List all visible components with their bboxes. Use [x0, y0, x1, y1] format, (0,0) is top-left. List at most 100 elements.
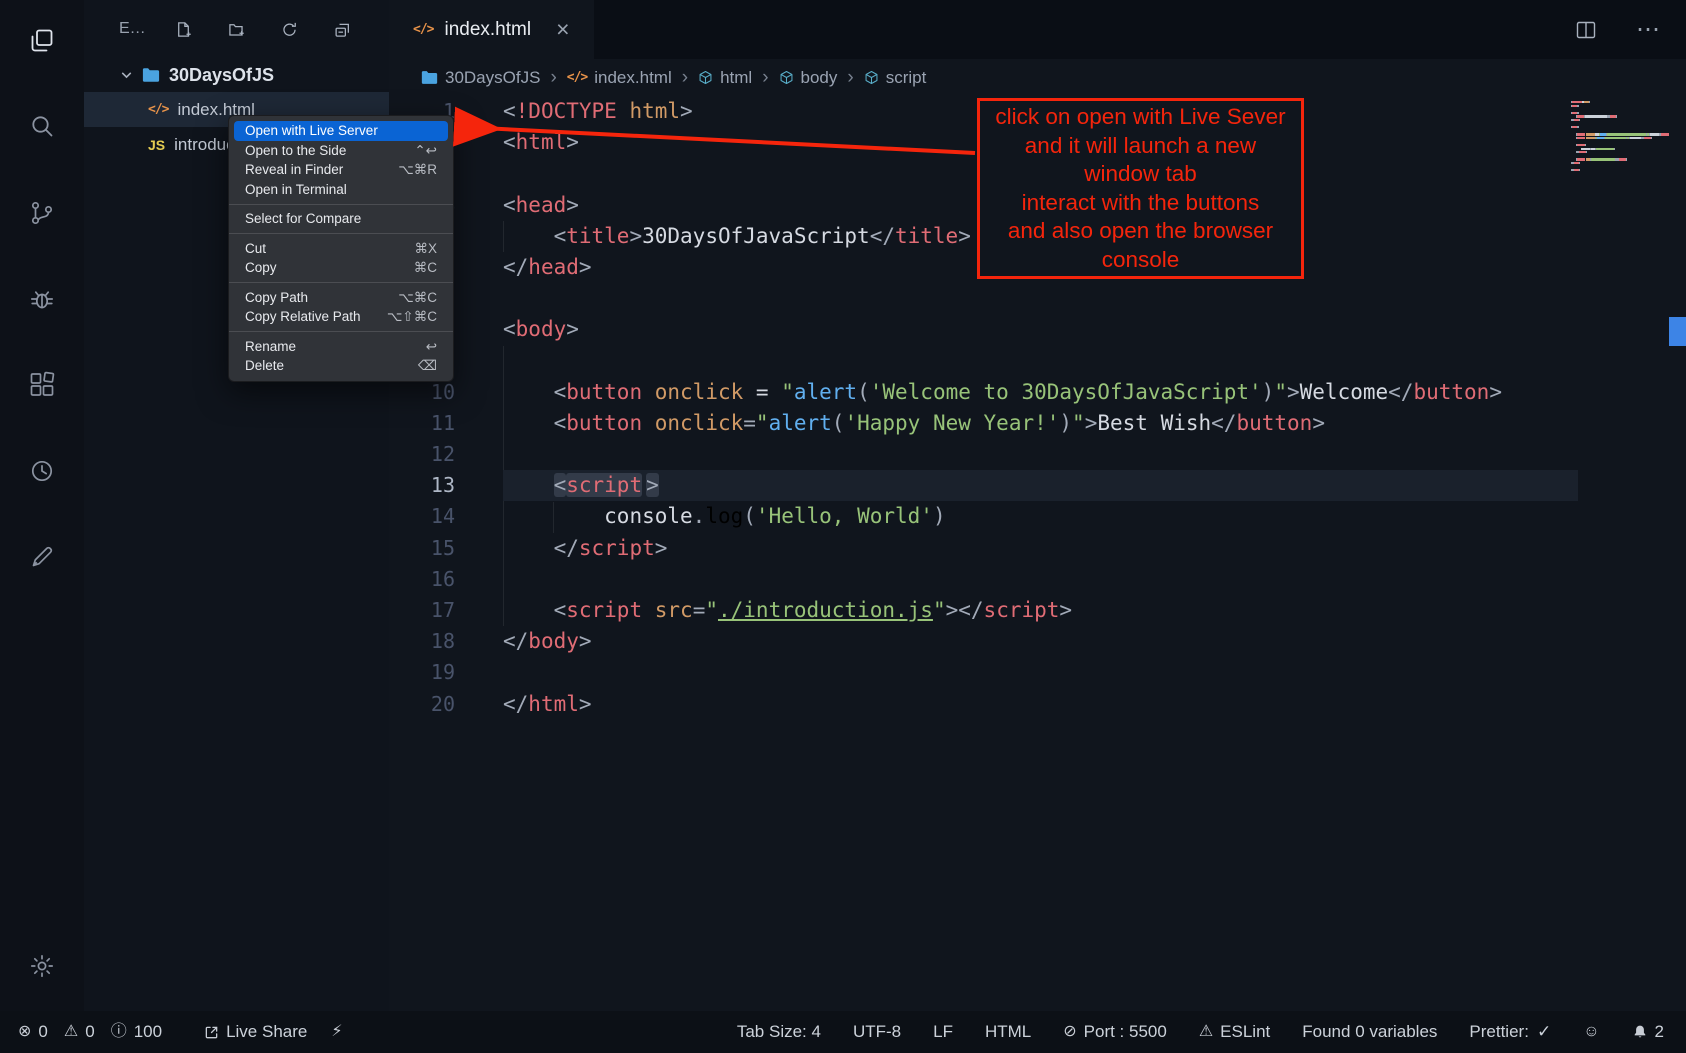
line-number[interactable]: 18	[389, 626, 455, 657]
menu-item-open-to-the-side[interactable]: Open to the Side⌃↩	[234, 141, 448, 161]
scrollbar-marker[interactable]	[1669, 317, 1686, 346]
minimap-line	[1571, 108, 1669, 110]
folder-row-30daysofjs[interactable]: 30DaysOfJS	[84, 58, 389, 92]
minimap[interactable]	[1571, 101, 1669, 173]
status-encoding[interactable]: UTF-8	[853, 1022, 901, 1042]
line-number[interactable]: 12	[389, 439, 455, 470]
breadcrumb-label: body	[801, 68, 838, 88]
breadcrumb-item-body[interactable]: body	[779, 68, 838, 88]
menu-item-label: Open in Terminal	[245, 180, 347, 200]
status-language-mode[interactable]: HTML	[985, 1022, 1031, 1042]
search-icon	[27, 112, 57, 142]
code-line-15[interactable]: 15 </script>	[389, 533, 1686, 564]
folder-icon	[421, 70, 438, 85]
breadcrumb-item-script[interactable]: script	[864, 68, 927, 88]
split-editor-button[interactable]	[1576, 21, 1596, 39]
activity-history[interactable]	[26, 456, 58, 488]
menu-item-copy[interactable]: Copy⌘C	[234, 258, 448, 278]
annotation-text-line: and it will launch a new	[980, 132, 1301, 161]
breadcrumb-item-30daysofjs[interactable]: 30DaysOfJS	[421, 68, 540, 88]
status-eslint[interactable]: ⚠ESLint	[1199, 1022, 1270, 1042]
code-line-19[interactable]: 19	[389, 657, 1686, 688]
menu-item-open-with-live-server[interactable]: Open with Live Server	[234, 121, 448, 141]
menu-shortcut: ⌘X	[414, 239, 437, 259]
code-text: <script>	[503, 470, 1578, 501]
menu-shortcut: ⌥⌘C	[398, 288, 437, 308]
activity-source-control[interactable]	[26, 198, 58, 230]
code-text	[503, 564, 1578, 595]
code-line-20[interactable]: 20</html>	[389, 689, 1686, 720]
activity-search[interactable]	[26, 112, 58, 144]
new-folder-button[interactable]	[228, 21, 245, 38]
status-label: Found 0 variables	[1302, 1022, 1437, 1042]
menu-separator	[229, 282, 453, 283]
status-warning-count[interactable]: ⚠0	[64, 1022, 95, 1042]
menu-item-delete[interactable]: Delete⌫	[234, 356, 448, 376]
activity-pen[interactable]	[26, 542, 58, 574]
activity-extensions[interactable]	[26, 370, 58, 402]
code-line-18[interactable]: 18</body>	[389, 626, 1686, 657]
breadcrumb-item-html[interactable]: html	[698, 68, 752, 88]
line-number[interactable]: 11	[389, 408, 455, 439]
code-line-9[interactable]: 9	[389, 346, 1686, 377]
breadcrumb-separator: ›	[548, 67, 558, 89]
menu-item-cut[interactable]: Cut⌘X	[234, 239, 448, 259]
status-notifications-bell[interactable]: 2	[1632, 1022, 1664, 1042]
menu-item-copy-relative-path[interactable]: Copy Relative Path⌥⇧⌘C	[234, 307, 448, 327]
code-line-11[interactable]: 11 <button onclick="alert('Happy New Yea…	[389, 408, 1686, 439]
menu-item-label: Open to the Side	[245, 141, 346, 161]
more-actions-icon[interactable]: ⋯	[1630, 14, 1666, 45]
status-feedback-smiley[interactable]: ☺	[1583, 1024, 1599, 1040]
extensions-icon	[27, 370, 57, 400]
status-eol[interactable]: LF	[933, 1022, 953, 1042]
settings-gear-icon[interactable]	[26, 951, 58, 983]
status-live-share[interactable]: Live Share	[204, 1022, 307, 1042]
code-line-7[interactable]: 7	[389, 283, 1686, 314]
menu-item-label: Copy Relative Path	[245, 307, 361, 327]
tab-bar: </> index.html × ⋯	[389, 0, 1686, 59]
line-number[interactable]: 19	[389, 657, 455, 688]
menu-item-open-in-terminal[interactable]: Open in Terminal	[234, 180, 448, 200]
new-file-icon	[175, 21, 192, 38]
clock-icon	[27, 456, 57, 486]
menu-item-rename[interactable]: Rename↩	[234, 337, 448, 357]
code-line-8[interactable]: 8<body>	[389, 314, 1686, 345]
code-text: <button onclick = "alert('Welcome to 30D…	[503, 377, 1578, 408]
tab-index-html[interactable]: </> index.html ×	[389, 0, 594, 59]
status-port[interactable]: ⊘Port : 5500	[1063, 1022, 1167, 1042]
symbol-cube-icon	[698, 70, 713, 85]
status-info-count[interactable]: ⓘ100	[111, 1022, 162, 1042]
status-found-variables[interactable]: Found 0 variables	[1302, 1022, 1437, 1042]
line-number[interactable]: 16	[389, 564, 455, 595]
code-line-12[interactable]: 12	[389, 439, 1686, 470]
code-line-14[interactable]: 14 console.log('Hello, World')	[389, 501, 1686, 532]
menu-item-copy-path[interactable]: Copy Path⌥⌘C	[234, 288, 448, 308]
code-line-16[interactable]: 16	[389, 564, 1686, 595]
live-share-icon	[204, 1025, 219, 1040]
status-error-count[interactable]: ⊗0	[18, 1022, 48, 1042]
menu-item-label: Rename	[245, 337, 296, 357]
status-lightning[interactable]: ⚡	[331, 1024, 342, 1040]
menu-separator	[229, 331, 453, 332]
line-number[interactable]: 15	[389, 533, 455, 564]
line-number[interactable]: 14	[389, 501, 455, 532]
code-text: console.log('Hello, World')	[503, 501, 1578, 532]
close-tab-icon[interactable]: ×	[556, 18, 569, 41]
line-number[interactable]: 17	[389, 595, 455, 626]
code-line-10[interactable]: 10 <button onclick = "alert('Welcome to …	[389, 377, 1686, 408]
status-prettier[interactable]: Prettier:✓	[1469, 1022, 1551, 1042]
menu-item-reveal-in-finder[interactable]: Reveal in Finder⌥⌘R	[234, 160, 448, 180]
code-line-17[interactable]: 17 <script src="./introduction.js"></scr…	[389, 595, 1686, 626]
line-number[interactable]: 20	[389, 689, 455, 720]
activity-explorer[interactable]	[26, 26, 58, 58]
line-number[interactable]: 13	[389, 470, 455, 501]
activity-run-debug[interactable]	[26, 284, 58, 316]
menu-item-select-for-compare[interactable]: Select for Compare	[234, 209, 448, 229]
new-file-button[interactable]	[175, 21, 192, 38]
status-tab-size[interactable]: Tab Size: 4	[737, 1022, 821, 1042]
refresh-button[interactable]	[281, 21, 298, 38]
breadcrumb-item-index-html[interactable]: </>index.html	[567, 68, 672, 88]
minimap-line	[1571, 148, 1669, 150]
collapse-all-button[interactable]	[334, 21, 351, 38]
code-line-13[interactable]: 13 <script>	[389, 470, 1686, 501]
